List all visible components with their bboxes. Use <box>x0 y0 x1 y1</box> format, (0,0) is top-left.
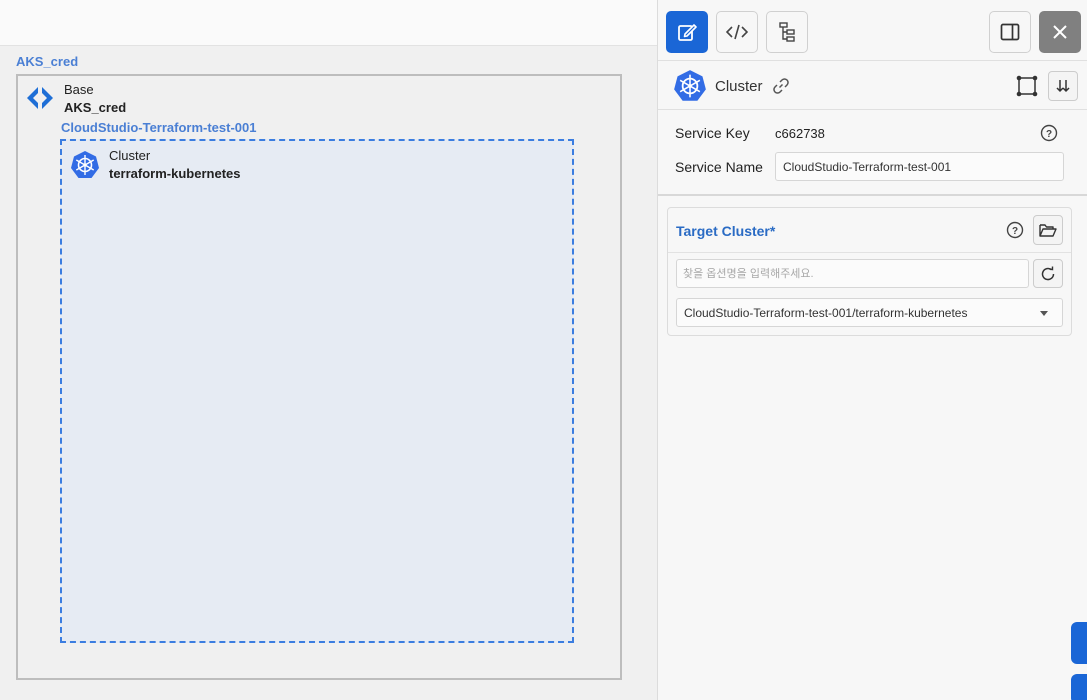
card-divider <box>668 252 1071 253</box>
cluster-type-label: Cluster <box>109 148 151 163</box>
sort-button[interactable] <box>1048 71 1078 101</box>
close-button[interactable] <box>1039 11 1081 53</box>
code-view-button[interactable] <box>716 11 758 53</box>
sort-down-icon <box>1056 80 1070 93</box>
help-icon[interactable]: ? <box>1040 124 1058 142</box>
target-cluster-title: Target Cluster* <box>676 223 776 239</box>
panel-title: Cluster <box>715 78 763 95</box>
edit-icon <box>678 24 697 41</box>
cluster-node[interactable] <box>60 139 574 643</box>
panel-toggle-icon <box>1000 23 1020 41</box>
floating-help-button[interactable] <box>1071 674 1087 700</box>
option-search-input[interactable] <box>676 259 1029 288</box>
base-type-label: Base <box>64 82 94 97</box>
panel-toggle-button[interactable] <box>989 11 1031 53</box>
tree-icon <box>779 22 795 42</box>
svg-text:?: ? <box>1012 226 1018 237</box>
link-icon[interactable] <box>772 77 790 95</box>
floating-action-button[interactable] <box>1071 622 1087 664</box>
target-cluster-select[interactable]: CloudStudio-Terraform-test-001/terraform… <box>676 298 1063 327</box>
selected-cluster-value: CloudStudio-Terraform-test-001/terraform… <box>684 306 968 320</box>
base-icon <box>27 87 53 109</box>
refresh-icon <box>1041 266 1055 280</box>
chevron-down-icon <box>1040 311 1048 316</box>
service-name-label: Service Name <box>675 159 763 175</box>
tree-view-button[interactable] <box>766 11 808 53</box>
panel-header: Cluster <box>658 60 1087 110</box>
service-name-input[interactable] <box>775 152 1064 181</box>
layout-nodes-icon[interactable] <box>1015 74 1039 98</box>
code-icon <box>726 24 748 40</box>
service-key-value: c662738 <box>775 126 825 141</box>
svg-text:?: ? <box>1046 129 1052 140</box>
edit-button[interactable] <box>666 11 708 53</box>
divider <box>658 194 1087 196</box>
credential-label: AKS_cred <box>16 54 79 69</box>
base-name-label: AKS_cred <box>64 100 127 115</box>
target-cluster-card: Target Cluster* ? CloudStudio-Terraform-… <box>667 207 1072 336</box>
help-icon[interactable]: ? <box>1006 221 1024 239</box>
properties-panel: Cluster Service Key c662738 ? Service Na… <box>657 0 1087 700</box>
service-key-label: Service Key <box>675 125 750 141</box>
diagram-canvas[interactable]: AKS_cred Base AKS_cred CloudStudio-Terra… <box>0 0 657 700</box>
canvas-topbar <box>0 0 657 46</box>
close-icon <box>1053 25 1067 39</box>
kubernetes-icon <box>71 151 99 178</box>
folder-open-icon <box>1039 224 1057 237</box>
browse-button[interactable] <box>1033 215 1063 245</box>
refresh-button[interactable] <box>1033 259 1063 288</box>
service-label: CloudStudio-Terraform-test-001 <box>61 120 257 135</box>
kubernetes-icon <box>674 70 706 101</box>
cluster-name-label: terraform-kubernetes <box>109 166 241 181</box>
